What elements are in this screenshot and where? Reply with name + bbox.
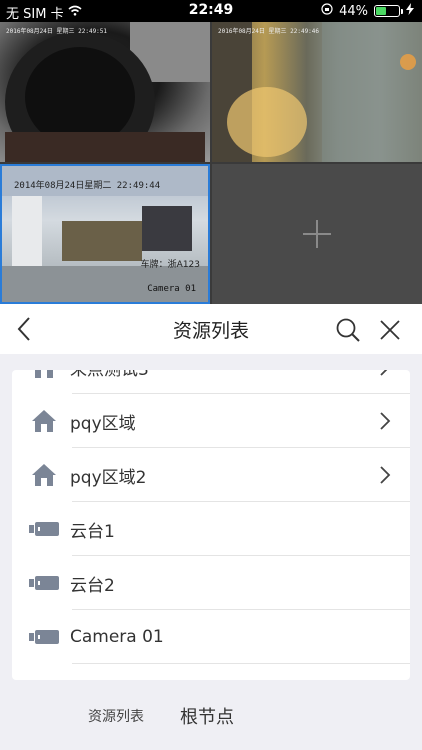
- video-cell-empty[interactable]: [212, 164, 422, 304]
- list-item-label: 云台2: [70, 575, 115, 596]
- list-area: 来点测试3 pqy区域 pqy区域2 云台1 云台2 Camera 01: [0, 354, 422, 750]
- camera-label: Camera 01: [147, 284, 196, 294]
- camera-icon: [28, 568, 60, 598]
- resource-list-scroll: 来点测试3 pqy区域 pqy区域2 云台1 云台2 Camera 01: [12, 370, 410, 664]
- list-item-label: Camera 01: [70, 627, 164, 647]
- video-osd-1: 2016年08月24日 星期三 22:49:51: [6, 28, 108, 35]
- video-cell-3[interactable]: 2014年08月24日星期二 22:49:44 车牌：浙A123 Camera …: [0, 164, 210, 304]
- close-icon: [380, 320, 400, 340]
- list-item[interactable]: 云台2: [12, 556, 410, 610]
- search-icon: [336, 318, 360, 342]
- battery-fill: [376, 7, 386, 15]
- battery-icon: [374, 5, 403, 17]
- video-osd-3: 2014年08月24日星期二 22:49:44: [14, 181, 161, 191]
- chevron-right-icon[interactable]: [378, 411, 392, 431]
- list-item[interactable]: 云台1: [12, 502, 410, 556]
- breadcrumb: 资源列表 根节点: [0, 698, 422, 740]
- panel-header: 资源列表: [0, 304, 422, 354]
- charging-icon: [406, 3, 414, 19]
- camera-icon: [28, 622, 60, 652]
- breadcrumb-current: 根节点: [180, 707, 234, 728]
- resource-list[interactable]: 来点测试3 pqy区域 pqy区域2 云台1 云台2 Camera 01: [12, 370, 410, 680]
- video-frame-1: [5, 22, 210, 162]
- area-home-icon: [28, 406, 60, 436]
- list-item-label: pqy区域: [70, 413, 136, 434]
- video-osd-2: 2016年08月24日 星期三 22:49:46: [218, 28, 320, 35]
- area-home-icon: [28, 460, 60, 490]
- chevron-right-icon[interactable]: [378, 465, 392, 485]
- list-item[interactable]: pqy区域: [12, 394, 410, 448]
- video-cell-1[interactable]: 2016年08月24日 星期三 22:49:51: [0, 22, 210, 162]
- battery-percent: 44%: [339, 3, 368, 19]
- status-bar: 无 SIM 卡 22:49 44%: [0, 0, 422, 22]
- breadcrumb-parent[interactable]: 资源列表: [88, 706, 144, 726]
- search-button[interactable]: [334, 316, 362, 344]
- chevron-right-icon[interactable]: [378, 370, 392, 377]
- list-item[interactable]: 来点测试3: [12, 370, 410, 394]
- list-item[interactable]: pqy区域2: [12, 448, 410, 502]
- video-frame-2: [212, 22, 422, 162]
- video-grid: 2016年08月24日 星期三 22:49:51 2016年08月24日 星期三…: [0, 22, 422, 304]
- area-home-icon: [28, 370, 60, 382]
- list-item-label: 来点测试3: [70, 370, 378, 380]
- add-icon[interactable]: [303, 220, 331, 248]
- list-item-label: pqy区域2: [70, 467, 147, 488]
- close-button[interactable]: [376, 316, 404, 344]
- plate-label: 车牌：浙A123: [140, 260, 200, 270]
- row-divider: [72, 663, 410, 664]
- camera-icon: [28, 514, 60, 544]
- list-item[interactable]: Camera 01: [12, 610, 410, 664]
- video-cell-2[interactable]: 2016年08月24日 星期三 22:49:46: [212, 22, 422, 162]
- list-item-label: 云台1: [70, 521, 115, 542]
- rotation-lock-icon: [321, 3, 333, 19]
